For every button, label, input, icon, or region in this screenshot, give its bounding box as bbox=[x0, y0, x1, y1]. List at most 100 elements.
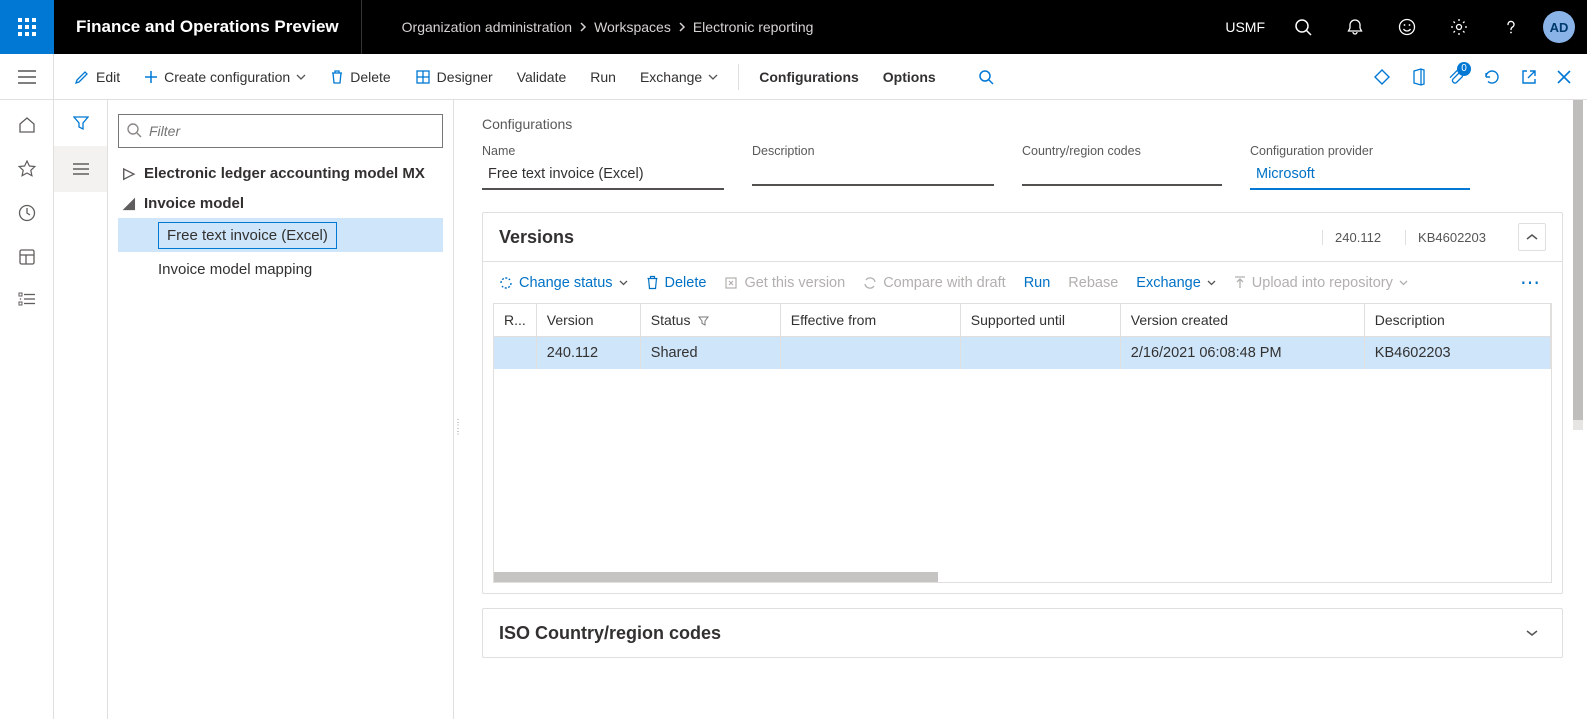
tree-node-label: Invoice model mapping bbox=[158, 261, 312, 278]
brand-title[interactable]: Finance and Operations Preview bbox=[54, 0, 362, 54]
trash-icon bbox=[646, 275, 659, 290]
breadcrumb-item[interactable]: Organization administration bbox=[402, 19, 572, 35]
tree-filter-input[interactable] bbox=[118, 114, 443, 148]
clock-icon[interactable] bbox=[18, 204, 36, 222]
app-header: Finance and Operations Preview Organizat… bbox=[0, 0, 1587, 54]
company-picker[interactable]: USMF bbox=[1213, 0, 1277, 54]
list-mode-button[interactable] bbox=[54, 146, 107, 192]
splitter-handle[interactable]: ⋮⋮ bbox=[454, 410, 460, 444]
configuration-tree-pane: ▷ Electronic ledger accounting model MX … bbox=[108, 100, 454, 719]
iso-panel-header[interactable]: ISO Country/region codes bbox=[483, 609, 1562, 657]
get-version-button: Get this version bbox=[724, 275, 845, 291]
main-layout: ▷ Electronic ledger accounting model MX … bbox=[0, 100, 1587, 719]
workspace-icon[interactable] bbox=[18, 248, 36, 266]
tree-node-ledger-mx[interactable]: ▷ Electronic ledger accounting model MX bbox=[118, 158, 443, 188]
col-description[interactable]: Description bbox=[1364, 304, 1550, 337]
create-label: Create configuration bbox=[164, 69, 290, 85]
delete-version-button[interactable]: Delete bbox=[646, 275, 707, 291]
expand-button[interactable] bbox=[1518, 619, 1546, 647]
app-launcher-button[interactable] bbox=[0, 0, 54, 54]
col-supported-until[interactable]: Supported until bbox=[960, 304, 1120, 337]
horizontal-scrollbar[interactable] bbox=[494, 572, 1551, 582]
configurations-tab[interactable]: Configurations bbox=[749, 65, 869, 89]
upload-icon bbox=[1234, 276, 1246, 290]
avatar[interactable]: AD bbox=[1543, 11, 1575, 43]
more-actions-button[interactable]: ⋯ bbox=[1520, 270, 1546, 295]
field-value[interactable]: Free text invoice (Excel) bbox=[482, 162, 724, 190]
change-status-label: Change status bbox=[519, 275, 613, 291]
modules-icon[interactable] bbox=[18, 292, 36, 306]
nav-toggle-button[interactable] bbox=[0, 54, 54, 100]
notifications-button[interactable] bbox=[1329, 0, 1381, 54]
field-value[interactable] bbox=[1022, 162, 1222, 186]
exchange-version-button[interactable]: Exchange bbox=[1136, 275, 1216, 291]
search-button[interactable] bbox=[1277, 0, 1329, 54]
collapse-button[interactable] bbox=[1518, 223, 1546, 251]
field-value[interactable] bbox=[752, 162, 994, 186]
settings-button[interactable] bbox=[1433, 0, 1485, 54]
run-label: Run bbox=[590, 69, 616, 85]
tree-node-invoice-model-mapping[interactable]: Invoice model mapping bbox=[118, 252, 443, 286]
designer-label: Designer bbox=[437, 69, 493, 85]
versions-panel-header[interactable]: Versions 240.112 KB4602203 bbox=[483, 213, 1562, 261]
office-icon[interactable] bbox=[1411, 68, 1427, 86]
run-button[interactable]: Run bbox=[580, 65, 626, 89]
funnel-icon bbox=[698, 316, 709, 327]
field-provider: Configuration provider Microsoft bbox=[1250, 144, 1470, 190]
col-version-created[interactable]: Version created bbox=[1120, 304, 1364, 337]
run-version-button[interactable]: Run bbox=[1024, 275, 1051, 291]
create-configuration-button[interactable]: Create configuration bbox=[134, 65, 316, 89]
popout-icon[interactable] bbox=[1521, 69, 1537, 85]
bell-icon bbox=[1346, 18, 1364, 36]
chevron-down-icon bbox=[296, 74, 306, 80]
panel-title: Versions bbox=[499, 227, 574, 248]
filter-mode-button[interactable] bbox=[54, 100, 107, 146]
upload-repo-label: Upload into repository bbox=[1252, 275, 1393, 291]
chevron-down-icon bbox=[708, 74, 718, 80]
exchange-version-label: Exchange bbox=[1136, 275, 1201, 291]
exchange-button[interactable]: Exchange bbox=[630, 65, 728, 89]
find-button[interactable] bbox=[968, 65, 1004, 89]
col-version[interactable]: Version bbox=[536, 304, 640, 337]
content-scrollbar[interactable] bbox=[1573, 100, 1583, 620]
breadcrumb-item[interactable]: Electronic reporting bbox=[693, 19, 814, 35]
versions-grid: R... Version Status Effective from Suppo… bbox=[493, 303, 1552, 583]
cell-status: Shared bbox=[640, 337, 780, 370]
run-version-label: Run bbox=[1024, 275, 1051, 291]
help-button[interactable] bbox=[1485, 0, 1537, 54]
cell-version: 240.112 bbox=[536, 337, 640, 370]
feedback-button[interactable] bbox=[1381, 0, 1433, 54]
compare-label: Compare with draft bbox=[883, 275, 1006, 291]
col-status[interactable]: Status bbox=[640, 304, 780, 337]
left-navigation-rail bbox=[0, 100, 54, 719]
upload-repo-button: Upload into repository bbox=[1234, 275, 1408, 291]
col-r[interactable]: R... bbox=[494, 304, 536, 337]
list-icon bbox=[73, 163, 89, 175]
compare-icon bbox=[863, 276, 877, 290]
home-icon[interactable] bbox=[18, 116, 36, 134]
rebase-button: Rebase bbox=[1068, 275, 1118, 291]
options-tab[interactable]: Options bbox=[873, 65, 946, 89]
close-icon[interactable] bbox=[1557, 70, 1571, 84]
designer-button[interactable]: Designer bbox=[405, 65, 503, 89]
col-effective-from[interactable]: Effective from bbox=[780, 304, 960, 337]
tree-node-invoice-model[interactable]: ◢ Invoice model bbox=[118, 188, 443, 218]
validate-button[interactable]: Validate bbox=[507, 65, 577, 89]
attachments-button[interactable]: 0 bbox=[1447, 68, 1463, 86]
cell-effective-from bbox=[780, 337, 960, 370]
hamburger-icon bbox=[18, 70, 36, 84]
breadcrumb-item[interactable]: Workspaces bbox=[594, 19, 671, 35]
edit-label: Edit bbox=[96, 69, 120, 85]
tree-node-free-text-invoice[interactable]: Free text invoice (Excel) bbox=[118, 218, 443, 252]
delete-button[interactable]: Delete bbox=[320, 65, 400, 89]
star-icon[interactable] bbox=[18, 160, 36, 178]
action-bar: Edit Create configuration Delete Designe… bbox=[0, 54, 1587, 100]
field-label: Country/region codes bbox=[1022, 144, 1222, 158]
field-label: Name bbox=[482, 144, 724, 158]
table-row[interactable]: 240.112 Shared 2/16/2021 06:08:48 PM KB4… bbox=[494, 337, 1551, 370]
field-value-link[interactable]: Microsoft bbox=[1250, 162, 1470, 190]
change-status-button[interactable]: Change status bbox=[499, 275, 628, 291]
edit-button[interactable]: Edit bbox=[64, 65, 130, 89]
refresh-icon[interactable] bbox=[1483, 68, 1501, 86]
diamond-icon[interactable] bbox=[1373, 68, 1391, 86]
